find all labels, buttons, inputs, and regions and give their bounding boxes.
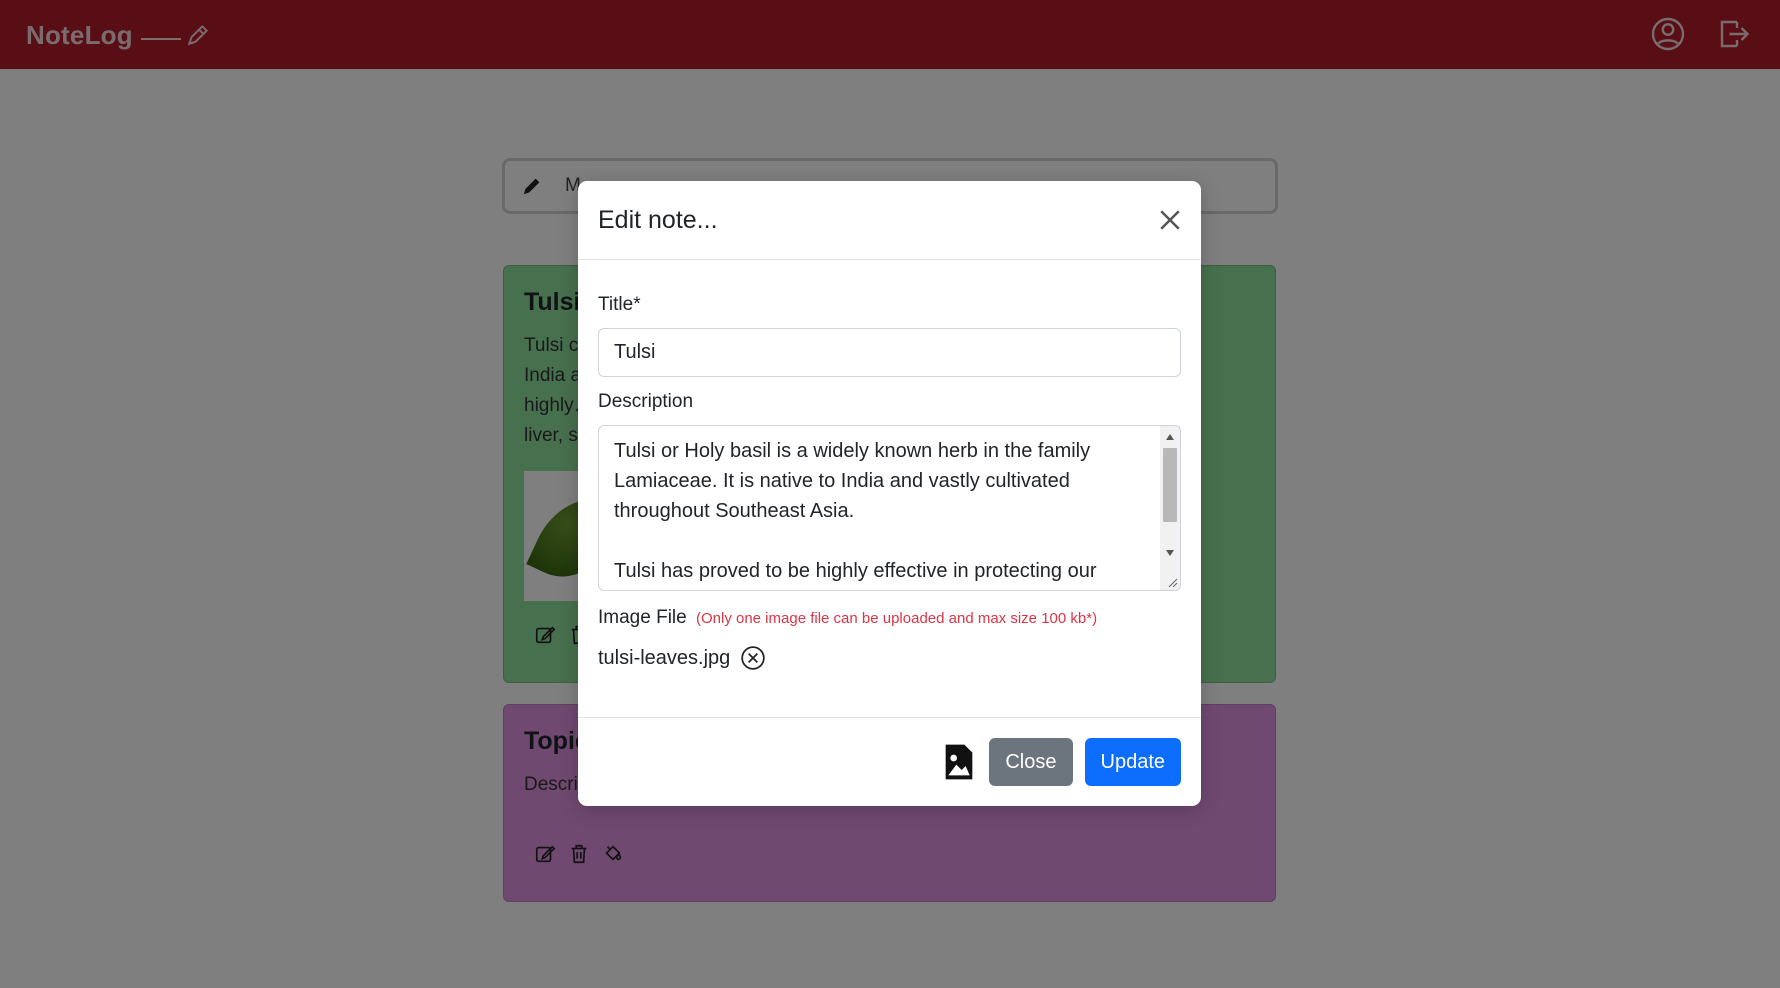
scroll-thumb[interactable]	[1163, 448, 1177, 522]
close-icon[interactable]	[1155, 205, 1185, 235]
modal-title: Edit note...	[598, 205, 718, 234]
textarea-scrollbar[interactable]	[1160, 426, 1180, 590]
image-file-note: (Only one image file can be uploaded and…	[695, 610, 1098, 627]
close-button[interactable]: Close	[989, 738, 1073, 786]
image-file-label: Image File	[598, 607, 687, 628]
modal-footer: Close Update	[578, 717, 1201, 806]
description-text: Tulsi or Holy basil is a widely known he…	[614, 440, 1097, 582]
attached-file: tulsi-leaves.jpg	[598, 645, 1181, 671]
edit-note-modal: Edit note... Title* Tulsi Description Tu…	[578, 181, 1201, 806]
title-label: Title*	[598, 294, 641, 315]
image-upload-icon[interactable]	[943, 742, 975, 782]
scroll-up-arrow-icon[interactable]	[1166, 434, 1174, 440]
title-input[interactable]: Tulsi	[598, 328, 1181, 377]
remove-circle-icon[interactable]	[740, 645, 766, 671]
description-label: Description	[598, 391, 694, 412]
modal-body: Title* Tulsi Description Tulsi or Holy b…	[578, 260, 1201, 671]
image-file-label-row: Image File (Only one image file can be u…	[598, 607, 1181, 629]
scroll-down-arrow-icon[interactable]	[1166, 550, 1174, 556]
file-name: tulsi-leaves.jpg	[598, 646, 731, 669]
modal-header: Edit note...	[578, 181, 1201, 260]
resize-grip-icon[interactable]	[1166, 576, 1178, 588]
update-button[interactable]: Update	[1084, 738, 1181, 786]
description-textarea[interactable]: Tulsi or Holy basil is a widely known he…	[598, 425, 1181, 591]
